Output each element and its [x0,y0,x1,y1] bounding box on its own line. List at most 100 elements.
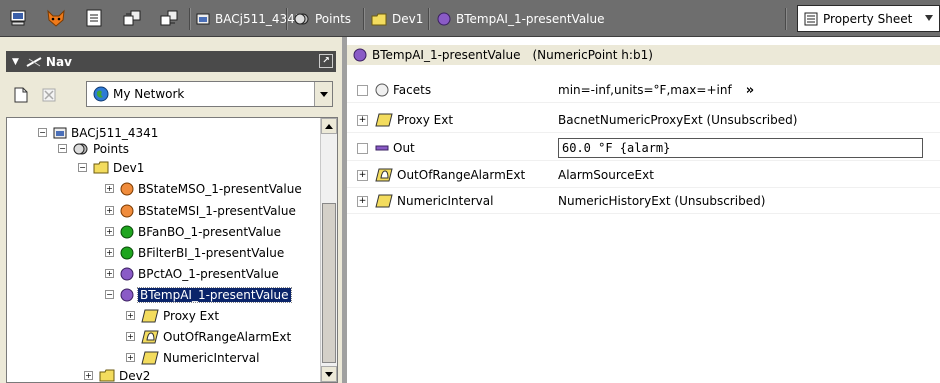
tree-node-label: Proxy Ext [163,308,220,323]
tree-node[interactable]: + BStateMSI_1-presentValue [105,200,296,221]
property-name: + OutOfRangeAlarmExt [357,162,525,188]
device-icon [196,12,210,26]
tree-node[interactable]: − Dev1 [78,157,144,178]
proxy-ext-value: BacnetNumericProxyExt (Unsubscribed) [558,113,798,127]
property-label: Proxy Ext [397,113,454,127]
property-value: NumericHistoryExt (Unsubscribed) [558,188,765,214]
point-orange-icon [120,204,134,218]
back-icon[interactable] [120,6,144,30]
nav-controls: My Network [6,74,336,114]
property-row-proxy-ext[interactable]: + Proxy Ext BacnetNumericProxyExt (Unsub… [347,107,940,133]
expand-toggle[interactable]: + [105,227,114,236]
property-label: OutOfRangeAlarmExt [397,168,526,182]
toolbar-separator [363,8,365,30]
new-tree-button[interactable] [12,86,30,104]
tree-node[interactable]: + BFilterBI_1-presentValue [105,242,284,263]
folder-icon [93,161,109,174]
tree-node[interactable]: + Proxy Ext [126,305,219,326]
property-row-alarm-ext[interactable]: + OutOfRangeAlarmExt AlarmSourceExt [347,162,940,188]
nav-panel: ▼ Nav ↗ My Network − BACj511_4341 − Poin… [0,44,342,383]
point-purple-icon [120,267,134,281]
breadcrumb-dev1[interactable]: Dev1 [371,7,423,31]
points-icon [73,142,89,156]
forward-icon[interactable] [157,6,181,30]
edit-facets-button[interactable]: » [746,83,754,98]
collapse-toggle[interactable]: − [58,144,67,153]
expand-toggle[interactable]: + [105,248,114,257]
close-icon [42,88,56,102]
expand-toggle[interactable]: + [84,371,93,380]
scroll-down-icon[interactable] [321,366,337,382]
chevron-down-icon[interactable] [314,82,332,106]
proxy-ext-icon [141,309,159,323]
breadcrumb-label: BTempAI_1-presentValue [456,12,605,26]
breadcrumb-points[interactable]: Points [294,7,351,31]
alarm-ext-icon [141,330,159,344]
sheet-header: BTempAI_1-presentValue (NumericPoint h:b… [347,45,940,65]
row-toggle[interactable] [357,142,368,154]
tree-node-label: NumericInterval [163,350,260,365]
expand-toggle[interactable]: + [357,169,368,181]
tree-node[interactable]: + BFanBO_1-presentValue [105,221,281,242]
toolbar-separator [785,8,787,30]
expand-toggle[interactable]: + [126,353,135,362]
property-label: Out [393,141,415,155]
expand-toggle[interactable]: + [105,184,114,193]
collapse-toggle[interactable]: − [78,163,87,172]
tree-node[interactable]: + BPctAO_1-presentValue [105,263,279,284]
property-row-numeric-interval[interactable]: + NumericInterval NumericHistoryExt (Uns… [347,188,940,214]
tree-scrollbar[interactable] [320,118,337,382]
monitor-icon[interactable] [6,6,30,30]
breadcrumb-label: Dev1 [392,12,424,26]
globe-icon [93,86,109,102]
point-purple-icon [120,288,134,302]
nav-header[interactable]: ▼ Nav ↗ [6,51,336,72]
breadcrumb-point[interactable]: BTempAI_1-presentValue [437,7,605,31]
fox-icon[interactable] [44,6,68,30]
toolbar-separator [189,8,191,30]
proxy-ext-icon [375,194,393,208]
point-icon [353,48,367,62]
alarm-ext-value: AlarmSourceExt [558,168,654,182]
expand-toggle[interactable]: + [357,114,368,126]
out-icon [375,141,389,155]
property-row-facets[interactable]: Facets min=-inf,units=°F,max=+inf » [347,77,940,103]
list-icon[interactable] [82,6,106,30]
property-name: + Proxy Ext [357,107,453,133]
expand-toggle[interactable]: + [126,311,135,320]
expand-toggle[interactable]: + [105,206,114,215]
folder-icon [99,369,115,382]
proxy-ext-icon [141,351,159,365]
proxy-ext-icon [375,113,393,127]
property-label: Facets [393,83,432,97]
out-value-field[interactable]: 60.0 °F {alarm} [558,138,923,158]
out-value: 60.0 °F {alarm} [562,141,671,155]
collapse-toggle[interactable]: − [38,128,47,137]
view-selector-label: Property Sheet [823,11,913,26]
collapse-icon[interactable]: ▼ [12,57,19,67]
close-tree-button[interactable] [40,86,58,104]
scrollbar-thumb[interactable] [322,203,336,363]
compass-icon [26,56,42,68]
expand-toggle[interactable]: + [126,332,135,341]
facets-value: min=-inf,units=°F,max=+inf [558,83,732,97]
sheet-header-name: BTempAI_1-presentValue [372,48,521,62]
chevron-down-icon[interactable] [925,15,933,21]
tree-node-label: BFilterBI_1-presentValue [138,245,285,260]
row-toggle[interactable] [357,84,368,96]
tree-node[interactable]: + BStateMSO_1-presentValue [105,178,302,199]
tree-node-selected[interactable]: − BTempAI_1-presentValue [105,284,292,305]
alarm-ext-icon [375,168,393,182]
network-select[interactable]: My Network [86,81,333,107]
property-row-out[interactable]: Out 60.0 °F {alarm} [347,135,940,161]
maximize-icon[interactable]: ↗ [319,54,333,68]
tree-node[interactable]: + OutOfRangeAlarmExt [126,326,291,347]
expand-toggle[interactable]: + [105,269,114,278]
scroll-up-icon[interactable] [321,118,337,134]
facets-icon [375,83,389,97]
tree-node[interactable]: − Points [58,138,129,159]
tree-node[interactable]: + Dev2 [84,365,150,382]
view-selector[interactable]: Property Sheet [797,5,940,32]
collapse-toggle[interactable]: − [105,290,114,299]
expand-toggle[interactable]: + [357,195,368,207]
